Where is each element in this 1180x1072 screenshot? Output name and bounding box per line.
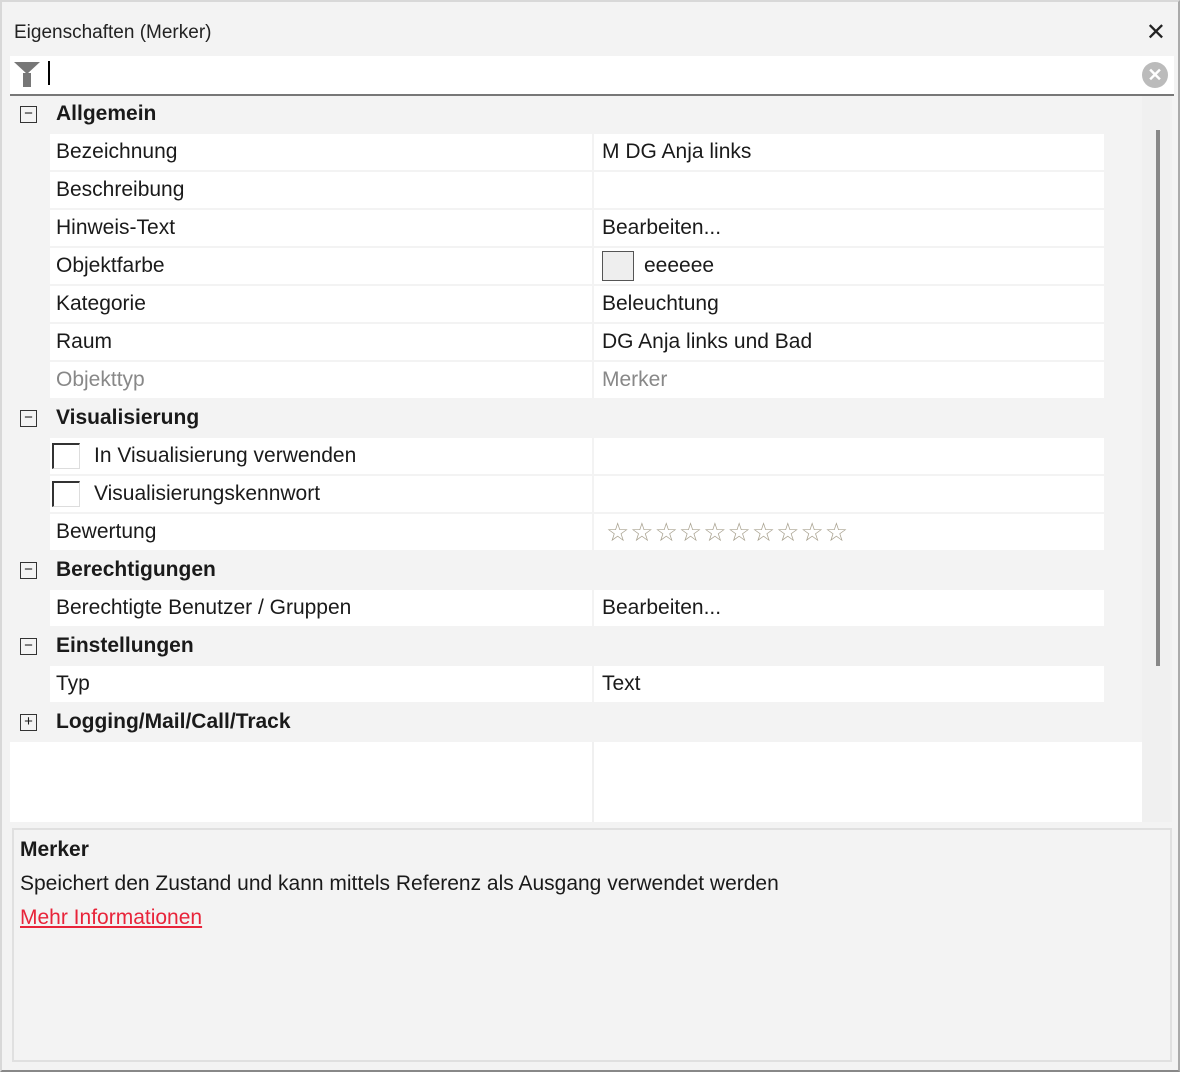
property-name-label: Raum [56, 330, 113, 353]
property-row-bezeichnung[interactable]: Bezeichnung M DG Anja links [50, 134, 1104, 170]
property-value[interactable]: Beleuchtung [594, 286, 1104, 322]
property-grid: − Allgemein Bezeichnung M DG Anja links Besc… [10, 96, 1142, 822]
description-text: Speichert den Zustand und kann mittels R… [20, 872, 779, 895]
property-value-text: M DG Anja links [602, 140, 752, 163]
property-value[interactable] [594, 476, 1104, 512]
property-name: In Visualisierung verwenden [50, 438, 592, 474]
property-name: Beschreibung [50, 172, 592, 208]
category-berechtigungen[interactable]: − Berechtigungen [10, 552, 1142, 590]
property-row-objekttyp[interactable]: Objekttyp Merker [50, 362, 1104, 398]
property-name-label: Visualisierungskennwort [94, 482, 321, 505]
property-name: Objektfarbe [50, 248, 592, 284]
text-caret [48, 61, 50, 85]
rating-stars[interactable]: ☆☆☆☆☆☆☆☆☆☆ [606, 517, 849, 548]
property-name-label: Objektfarbe [56, 254, 165, 277]
property-row-kategorie[interactable]: Kategorie Beleuchtung [50, 286, 1104, 322]
clear-filter-icon[interactable]: ✕ [1142, 62, 1168, 88]
property-row-typ[interactable]: Typ Text [50, 666, 1104, 702]
property-name: Bezeichnung [50, 134, 592, 170]
property-name-label: Bewertung [56, 520, 157, 543]
property-name: Raum [50, 324, 592, 360]
property-value: Merker [594, 362, 1104, 398]
collapse-icon[interactable]: − [20, 638, 37, 655]
property-row-beschreibung[interactable]: Beschreibung [50, 172, 1104, 208]
scrollbar[interactable] [1142, 96, 1172, 822]
filter-icon [14, 62, 40, 87]
property-value-text: Bearbeiten... [602, 596, 722, 619]
property-row-berechtigte-benutzer-gruppen[interactable]: Berechtigte Benutzer / Gruppen Bearbeiten… [50, 590, 1104, 626]
category-label: Einstellungen [56, 634, 194, 657]
category-logging-mail-call-track[interactable]: + Logging/Mail/Call/Track [10, 704, 1142, 742]
collapse-icon[interactable]: − [20, 562, 37, 579]
category-allgemein[interactable]: − Allgemein [10, 96, 1142, 134]
property-value-text: Beleuchtung [602, 292, 719, 315]
description-title: Merker [20, 838, 89, 861]
property-name: Typ [50, 666, 592, 702]
property-name: Visualisierungskennwort [50, 476, 592, 512]
category-einstellungen[interactable]: − Einstellungen [10, 628, 1142, 666]
checkbox[interactable] [52, 481, 80, 507]
property-name: Hinweis-Text [50, 210, 592, 246]
category-label: Berechtigungen [56, 558, 216, 581]
description-panel: Merker Speichert den Zustand und kann mi… [12, 828, 1172, 1062]
window-title: Eigenschaften (Merker) [14, 22, 212, 43]
property-name-label: Beschreibung [56, 178, 185, 201]
color-swatch[interactable] [602, 251, 634, 281]
property-value[interactable]: Bearbeiten... [594, 590, 1104, 626]
category-label: Logging/Mail/Call/Track [56, 710, 291, 733]
property-name: Kategorie [50, 286, 592, 322]
property-name-label: Objekttyp [56, 368, 145, 391]
category-visualisierung[interactable]: − Visualisierung [10, 400, 1142, 438]
property-value-text: Merker [602, 368, 668, 391]
property-row-bewertung[interactable]: Bewertung ☆☆☆☆☆☆☆☆☆☆ [50, 514, 1104, 550]
property-name-label: Hinweis-Text [56, 216, 176, 239]
properties-window: Eigenschaften (Merker) ✕ ✕ − Allgemein Bez… [0, 0, 1180, 1072]
property-value[interactable]: Bearbeiten... [594, 210, 1104, 246]
close-icon[interactable]: ✕ [1146, 18, 1166, 47]
property-row-visualisierungskennwort[interactable]: Visualisierungskennwort [50, 476, 1104, 512]
property-value[interactable]: ☆☆☆☆☆☆☆☆☆☆ [594, 514, 1104, 550]
collapse-icon[interactable]: − [20, 106, 37, 123]
scrollbar-thumb[interactable] [1156, 130, 1160, 666]
property-row-in-visualisierung-verwenden[interactable]: In Visualisierung verwenden [50, 438, 1104, 474]
property-value[interactable] [594, 172, 1104, 208]
property-row-hinweis-text[interactable]: Hinweis-Text Bearbeiten... [50, 210, 1104, 246]
property-name: Bewertung [50, 514, 592, 550]
category-label: Visualisierung [56, 406, 200, 429]
property-value-text: DG Anja links und Bad [602, 330, 813, 353]
property-value[interactable]: DG Anja links und Bad [594, 324, 1104, 360]
property-value-text: Bearbeiten... [602, 216, 722, 239]
checkbox[interactable] [52, 443, 80, 469]
property-row-raum[interactable]: Raum DG Anja links und Bad [50, 324, 1104, 360]
collapse-icon[interactable]: − [20, 410, 37, 427]
property-name-label: In Visualisierung verwenden [94, 444, 357, 467]
property-name: Berechtigte Benutzer / Gruppen [50, 590, 592, 626]
property-value-text: eeeeee [644, 254, 715, 277]
property-value[interactable]: M DG Anja links [594, 134, 1104, 170]
property-value[interactable]: eeeeee [594, 248, 1104, 284]
more-info-link[interactable]: Mehr Informationen [20, 906, 202, 930]
property-name-label: Berechtigte Benutzer / Gruppen [56, 596, 352, 619]
property-name-label: Kategorie [56, 292, 146, 315]
property-name-label: Bezeichnung [56, 140, 178, 163]
filter-input[interactable]: ✕ [10, 56, 1174, 96]
category-label: Allgemein [56, 102, 157, 125]
expand-icon[interactable]: + [20, 714, 37, 731]
property-name: Objekttyp [50, 362, 592, 398]
property-value-text: Text [602, 672, 641, 695]
property-row-objektfarbe[interactable]: Objektfarbe eeeeee [50, 248, 1104, 284]
property-value[interactable] [594, 438, 1104, 474]
property-name-label: Typ [56, 672, 90, 695]
property-value[interactable]: Text [594, 666, 1104, 702]
